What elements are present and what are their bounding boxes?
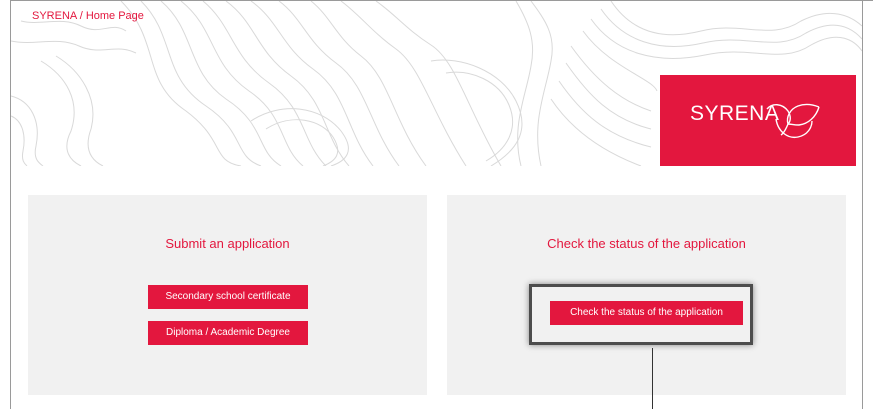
header-banner: SYRENA / Home Page SYRENA [11,1,862,166]
syrena-logo[interactable]: SYRENA [660,75,856,166]
diploma-academic-degree-button[interactable]: Diploma / Academic Degree [148,321,308,345]
breadcrumb: SYRENA / Home Page [32,10,144,22]
submit-application-card: Submit an application Secondary school c… [28,195,427,395]
check-status-card: Check the status of the application Chec… [447,195,846,395]
frame-right-border [862,0,863,409]
breadcrumb-separator: / [76,10,86,22]
callout-pointer-line [652,348,653,409]
check-status-button[interactable]: Check the status of the application [550,301,743,325]
check-status-title: Check the status of the application [547,236,746,251]
breadcrumb-home-link[interactable]: SYRENA [32,10,77,22]
page: SYRENA / Home Page SYRENA Submit an appl… [0,0,873,409]
submit-application-title: Submit an application [165,236,290,251]
syrena-leaf-icon [766,103,820,139]
secondary-school-certificate-button[interactable]: Secondary school certificate [148,285,308,309]
breadcrumb-current: Home Page [85,10,144,22]
